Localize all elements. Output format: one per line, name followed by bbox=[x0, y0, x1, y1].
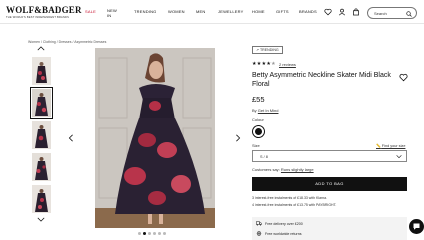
pagination-dot[interactable] bbox=[138, 232, 141, 235]
fit-value-link[interactable]: Runs slightly large bbox=[281, 167, 314, 172]
account-icon[interactable] bbox=[338, 8, 346, 16]
search-placeholder: Search bbox=[374, 11, 387, 16]
thumbnail-image bbox=[32, 89, 51, 117]
nav-sale[interactable]: SALE bbox=[85, 9, 96, 14]
nav-new-in[interactable]: NEW IN bbox=[107, 8, 119, 18]
pagination-dot[interactable] bbox=[158, 232, 161, 235]
nav-brands[interactable]: BRANDS bbox=[299, 9, 317, 14]
colour-label: Colour bbox=[252, 117, 264, 122]
heart-icon[interactable] bbox=[324, 8, 332, 16]
product-title: Betty Asymmetric Neckline Skater Midi Bl… bbox=[252, 72, 391, 88]
thumbnail-3[interactable] bbox=[32, 121, 51, 149]
fit-prefix: Customers say: bbox=[252, 167, 280, 172]
fit-info: Customers say: Runs slightly large bbox=[252, 167, 314, 172]
thumb-up-icon[interactable] bbox=[37, 46, 45, 51]
by-prefix: By bbox=[252, 108, 257, 113]
logo-tagline: THE WORLD'S BEST INDEPENDENT BRANDS bbox=[6, 16, 70, 19]
thumbnail-5[interactable] bbox=[32, 185, 51, 213]
pagination-dot[interactable] bbox=[148, 232, 151, 235]
prev-image-icon[interactable] bbox=[68, 134, 74, 142]
trend-icon: ↗ bbox=[256, 48, 260, 52]
thumb-down-icon[interactable] bbox=[37, 217, 45, 222]
size-label: Size bbox=[252, 143, 260, 148]
nav-home[interactable]: HOME bbox=[252, 9, 265, 14]
free-returns-text: Free worldwide returns bbox=[265, 232, 302, 236]
chat-icon bbox=[413, 223, 420, 230]
colour-swatch-selected[interactable] bbox=[252, 125, 265, 138]
size-select[interactable]: S / 8 bbox=[252, 150, 407, 162]
badge-label: TRENDING bbox=[259, 48, 279, 52]
search-icon[interactable] bbox=[406, 10, 412, 17]
thumbnail-image bbox=[32, 185, 51, 213]
delivery-info: Free delivery over £200 Free worldwide r… bbox=[252, 217, 407, 240]
next-image-icon[interactable] bbox=[235, 134, 241, 142]
truck-icon bbox=[256, 221, 262, 226]
thumbnail-image bbox=[32, 153, 51, 181]
nav-trending[interactable]: TRENDING bbox=[134, 9, 157, 14]
nav-women[interactable]: WOMEN bbox=[168, 9, 185, 14]
brand-line: By Get In Mind bbox=[252, 108, 278, 113]
bag-icon[interactable] bbox=[352, 8, 360, 16]
thumbnail-1[interactable] bbox=[32, 57, 51, 85]
thumbnail-4[interactable] bbox=[32, 153, 51, 181]
product-photo bbox=[95, 48, 215, 228]
product-price: £55 bbox=[252, 95, 265, 104]
nav-jewellery[interactable]: JEWELLERY bbox=[218, 9, 244, 14]
chevron-down-icon bbox=[396, 155, 402, 159]
pagination-dot[interactable] bbox=[153, 232, 156, 235]
reviews-link[interactable]: 2 reviews bbox=[279, 62, 296, 67]
pagination-dot-active[interactable] bbox=[143, 232, 146, 235]
pagination-dot[interactable] bbox=[163, 232, 166, 235]
size-guide-link[interactable]: 📏 Find your size bbox=[376, 143, 405, 148]
product-main-image[interactable] bbox=[95, 48, 215, 228]
thumbnail-image bbox=[32, 121, 51, 149]
thumbnail-2[interactable] bbox=[30, 87, 53, 119]
klarna-installments[interactable]: 3 interest-free instalments of £18.33 wi… bbox=[252, 196, 327, 200]
search-input[interactable]: Search bbox=[367, 7, 417, 19]
globe-icon bbox=[256, 231, 262, 236]
nav-men[interactable]: MEN bbox=[196, 9, 206, 14]
breadcrumb[interactable]: Women / Clothing / Dresses / Asymmetric … bbox=[28, 40, 106, 44]
logo-text: WOLF&BADGER bbox=[6, 5, 82, 15]
ruler-icon: 📏 bbox=[376, 144, 381, 148]
brand-link[interactable]: Get In Mind bbox=[258, 108, 279, 113]
add-to-bag-button[interactable]: ADD TO BAG bbox=[252, 177, 407, 191]
size-guide-label: Find your size bbox=[381, 144, 406, 148]
free-delivery-text: Free delivery over £200 bbox=[265, 222, 303, 226]
size-value: S / 8 bbox=[260, 154, 268, 159]
thumbnail-image bbox=[32, 57, 51, 85]
star-rating: ★★★★★ bbox=[252, 61, 276, 67]
paybright-installments[interactable]: 4 interest-free instalments of £13.75 wi… bbox=[252, 203, 336, 207]
trending-badge: ↗ TRENDING bbox=[252, 46, 283, 54]
wishlist-heart-icon[interactable] bbox=[399, 73, 408, 82]
site-header: WOLF&BADGER THE WORLD'S BEST INDEPENDENT… bbox=[0, 0, 424, 24]
nav-new-in-label: NEW IN bbox=[107, 8, 117, 18]
colour-swatch-black bbox=[255, 128, 262, 135]
chat-button[interactable] bbox=[409, 219, 424, 234]
logo[interactable]: WOLF&BADGER THE WORLD'S BEST INDEPENDENT… bbox=[6, 5, 82, 20]
nav-gifts[interactable]: GIFTS bbox=[276, 9, 289, 14]
